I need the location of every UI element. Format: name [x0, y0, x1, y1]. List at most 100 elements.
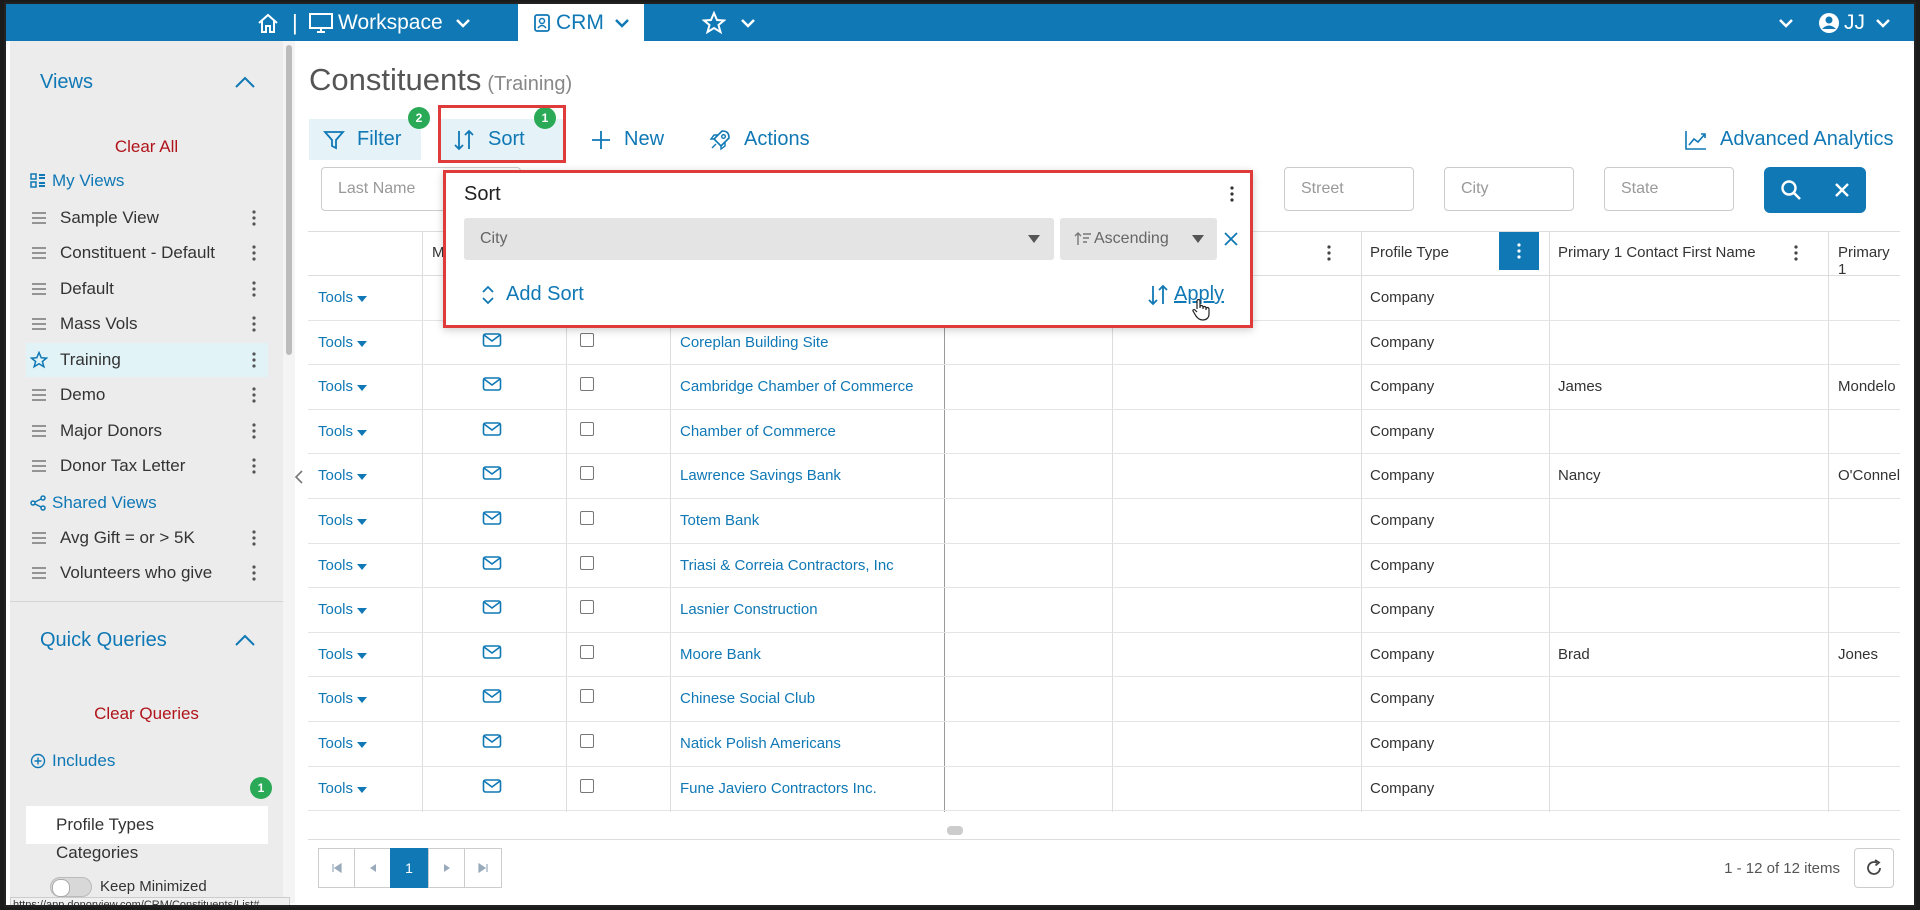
row-checkbox[interactable] — [580, 644, 594, 659]
row-checkbox[interactable] — [580, 511, 594, 525]
refresh-button[interactable] — [1854, 848, 1894, 888]
remove-sort-icon[interactable] — [1223, 231, 1239, 247]
kebab-menu-icon[interactable] — [252, 422, 256, 440]
email-icon[interactable] — [482, 332, 502, 348]
email-icon[interactable] — [482, 733, 502, 749]
column-menu-icon[interactable] — [1327, 244, 1331, 262]
profile-type-column-menu[interactable] — [1499, 232, 1539, 270]
query-profile-types[interactable]: Profile Types — [26, 806, 268, 844]
shared-views-link[interactable]: Shared Views — [30, 493, 157, 513]
constituent-name-link[interactable]: Totem Bank — [680, 512, 759, 529]
constituent-name-link[interactable]: Natick Polish Americans — [680, 735, 841, 752]
scrollbar-thumb[interactable] — [286, 45, 292, 355]
email-icon[interactable] — [482, 421, 502, 437]
query-categories[interactable]: Categories — [56, 843, 138, 863]
view-item-major-donors[interactable]: Major Donors — [26, 414, 268, 448]
constituent-name-link[interactable]: Triasi & Correia Contractors, Inc — [680, 557, 894, 574]
view-item-default[interactable]: Default — [26, 272, 268, 306]
kebab-menu-icon[interactable] — [252, 529, 256, 547]
view-item-demo[interactable]: Demo — [26, 378, 268, 412]
sort-direction-select[interactable]: Ascending — [1060, 218, 1217, 260]
tools-dropdown[interactable]: Tools — [318, 735, 368, 752]
row-checkbox[interactable] — [580, 421, 594, 436]
column-header-profile-type[interactable]: Profile Type — [1370, 244, 1449, 261]
tools-dropdown[interactable]: Tools — [318, 780, 368, 797]
view-item-training[interactable]: Training — [26, 343, 268, 377]
shared-item-avg-gift[interactable]: Avg Gift = or > 5K — [26, 521, 268, 555]
tools-dropdown[interactable]: Tools — [318, 557, 368, 574]
email-icon[interactable] — [482, 465, 502, 481]
email-icon[interactable] — [482, 778, 502, 794]
email-icon[interactable] — [482, 376, 502, 392]
constituent-name-link[interactable]: Cambridge Chamber of Commerce — [680, 378, 913, 395]
prev-page-button[interactable] — [354, 848, 392, 888]
row-checkbox[interactable] — [580, 600, 594, 615]
email-icon[interactable] — [482, 555, 502, 571]
next-page-button[interactable] — [428, 848, 466, 888]
view-item-donor-tax-letter[interactable]: Donor Tax Letter — [26, 449, 268, 483]
row-checkbox[interactable] — [580, 734, 594, 748]
collapse-queries-icon[interactable] — [234, 633, 256, 647]
search-icon[interactable] — [1780, 179, 1802, 201]
row-checkbox[interactable] — [580, 689, 594, 704]
street-field[interactable]: Street — [1284, 167, 1414, 211]
row-checkbox[interactable] — [580, 466, 594, 481]
constituent-name-link[interactable]: Chinese Social Club — [680, 690, 815, 707]
user-menu[interactable]: JJ — [1818, 4, 1891, 41]
constituent-name-link[interactable]: Lasnier Construction — [680, 601, 818, 618]
tools-dropdown[interactable]: Tools — [318, 334, 368, 351]
current-page-button[interactable]: 1 — [390, 848, 428, 888]
row-checkbox[interactable] — [580, 377, 594, 392]
kebab-menu-icon[interactable] — [252, 244, 256, 262]
clear-all-link[interactable]: Clear All — [10, 137, 283, 157]
kebab-menu-icon[interactable] — [252, 386, 256, 404]
constituent-name-link[interactable]: Moore Bank — [680, 646, 761, 663]
row-checkbox[interactable] — [580, 332, 594, 347]
column-header-primary-last[interactable]: Primary 1 — [1838, 244, 1900, 278]
city-field[interactable]: City — [1444, 167, 1574, 211]
advanced-analytics-button[interactable]: Advanced Analytics — [1670, 119, 1907, 160]
tools-dropdown[interactable]: Tools — [318, 690, 368, 707]
email-icon[interactable] — [482, 644, 502, 660]
kebab-menu-icon[interactable] — [252, 315, 256, 333]
tools-dropdown[interactable]: Tools — [318, 646, 368, 663]
constituent-name-link[interactable]: Lawrence Savings Bank — [680, 467, 841, 484]
email-icon[interactable] — [482, 688, 502, 704]
column-menu-icon[interactable] — [1794, 244, 1798, 262]
collapse-views-icon[interactable] — [234, 75, 256, 89]
sort-popup-menu-icon[interactable] — [1230, 185, 1234, 203]
keep-minimized-toggle[interactable] — [50, 877, 92, 897]
column-header-primary-contact-first[interactable]: Primary 1 Contact First Name — [1558, 244, 1756, 261]
sort-field-select[interactable]: City — [464, 218, 1054, 260]
apps-dropdown[interactable] — [1778, 4, 1794, 41]
last-page-button[interactable] — [464, 848, 502, 888]
actions-button[interactable]: Actions — [694, 119, 824, 160]
constituent-name-link[interactable]: Fune Javiero Contractors Inc. — [680, 780, 877, 797]
tools-dropdown[interactable]: Tools — [318, 601, 368, 618]
tools-dropdown[interactable]: Tools — [318, 467, 368, 484]
clear-search-icon[interactable] — [1834, 182, 1850, 198]
collapse-sidebar-icon[interactable] — [293, 469, 305, 485]
tools-dropdown[interactable]: Tools — [318, 289, 368, 306]
new-button[interactable]: New — [576, 119, 678, 160]
row-checkbox[interactable] — [580, 778, 594, 793]
includes-link[interactable]: Includes — [30, 751, 115, 771]
filter-button[interactable]: Filter — [309, 119, 421, 160]
constituent-name-link[interactable]: Chamber of Commerce — [680, 423, 836, 440]
kebab-menu-icon[interactable] — [252, 280, 256, 298]
kebab-menu-icon[interactable] — [252, 351, 256, 369]
my-views-link[interactable]: My Views — [30, 171, 124, 191]
favorites-menu[interactable] — [702, 4, 756, 41]
view-item-constituent-default[interactable]: Constituent - Default — [26, 236, 268, 270]
tools-dropdown[interactable]: Tools — [318, 378, 368, 395]
email-icon[interactable] — [482, 510, 502, 526]
apply-sort-button[interactable]: Apply — [1146, 283, 1224, 306]
row-checkbox[interactable] — [580, 555, 594, 570]
clear-queries-link[interactable]: Clear Queries — [10, 704, 283, 724]
view-item-sample-view[interactable]: Sample View — [26, 201, 268, 235]
tools-dropdown[interactable]: Tools — [318, 423, 368, 440]
tools-dropdown[interactable]: Tools — [318, 512, 368, 529]
add-sort-button[interactable]: Add Sort — [480, 283, 584, 306]
home-icon[interactable] — [256, 4, 280, 41]
kebab-menu-icon[interactable] — [252, 209, 256, 227]
